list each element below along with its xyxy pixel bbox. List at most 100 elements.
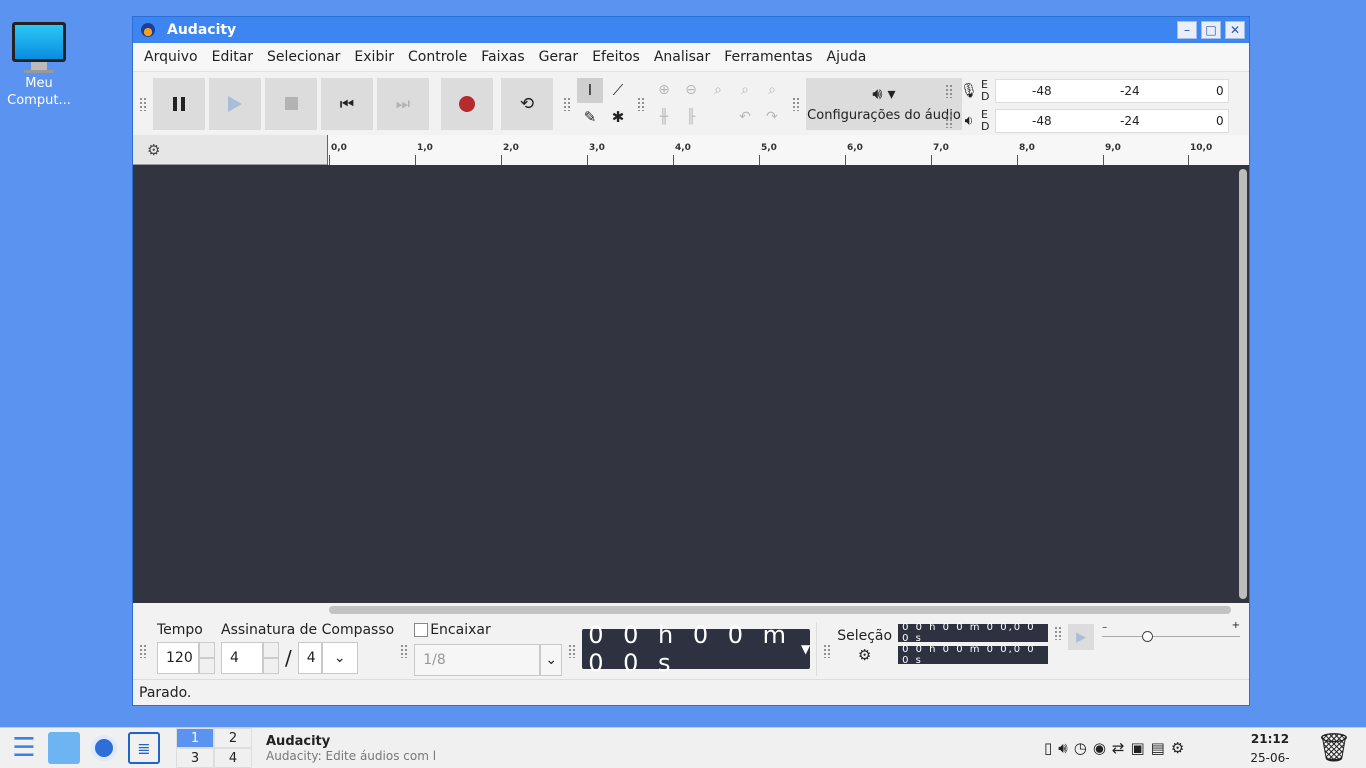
grip-handle-icon[interactable] — [945, 114, 953, 128]
clock[interactable]: 21:12 25-06-2025 — [1238, 730, 1302, 768]
time-display[interactable]: 0 0 h 0 0 m 0 0 s ▼ — [582, 621, 811, 677]
skip-start-button[interactable]: ⏮ — [321, 77, 373, 130]
maximize-button[interactable]: □ — [1201, 21, 1221, 39]
snap-value-select[interactable]: 1/8 — [414, 644, 541, 676]
speaker-meter-icon[interactable]: 🔉︎ — [957, 113, 981, 129]
multi-tool-button[interactable]: ✱ — [605, 105, 631, 130]
playback-speed-slider[interactable]: – + — [1102, 620, 1241, 652]
folder-icon[interactable] — [48, 732, 80, 764]
desktop-icon-computer[interactable]: Meu Comput... — [6, 22, 72, 109]
tempo-input[interactable]: 120 — [157, 642, 199, 674]
stop-button[interactable] — [265, 77, 317, 130]
settings-icon[interactable]: ⚙ — [1171, 739, 1184, 757]
menu-efeitos[interactable]: Efeitos — [585, 49, 647, 65]
grip-handle-icon[interactable] — [823, 644, 832, 658]
grip-handle-icon[interactable] — [792, 96, 800, 111]
selection-end-display[interactable]: 0 0 h 0 0 m 0 0,0 0 0 s — [898, 644, 1049, 666]
monitor-app-icon[interactable]: ▤ — [1151, 739, 1165, 757]
record-meter-bar[interactable]: -48 -24 0 — [995, 79, 1229, 103]
close-button[interactable]: ✕ — [1225, 21, 1245, 39]
menu-gerar[interactable]: Gerar — [532, 49, 586, 65]
skip-end-button[interactable]: ⏭ — [377, 77, 429, 130]
volume-icon[interactable]: 🔊︎ — [1058, 739, 1067, 757]
signature-denominator-dropdown[interactable]: ⌄ — [321, 642, 358, 674]
loop-icon: ⟲ — [519, 93, 535, 114]
selection-start-display[interactable]: 0 0 h 0 0 m 0 0,0 0 0 s — [898, 622, 1049, 644]
snap-dropdown[interactable]: ⌄ — [540, 644, 563, 676]
fit-project-button[interactable]: ⌕ — [732, 78, 758, 103]
signature-denominator-input[interactable]: 4 — [297, 642, 322, 674]
menu-faixas[interactable]: Faixas — [474, 49, 531, 65]
record-icon — [459, 95, 475, 112]
tempo-spinner[interactable] — [199, 642, 215, 674]
zoom-toggle-icon: ⌕ — [768, 82, 776, 98]
menu-analisar[interactable]: Analisar — [647, 49, 717, 65]
record-button[interactable] — [441, 77, 493, 130]
trash-icon[interactable]: 🗑︎ — [1316, 731, 1352, 764]
taskbar-task-audacity[interactable]: Audacity Audacity: Edite áudios com l — [266, 734, 466, 763]
grip-handle-icon[interactable] — [563, 96, 571, 111]
desktop-2[interactable]: 2 — [214, 728, 252, 748]
status-bar: Parado. — [133, 679, 1249, 705]
snap-checkbox[interactable] — [414, 623, 429, 637]
grip-handle-icon[interactable] — [139, 644, 147, 658]
desktop-4[interactable]: 4 — [214, 748, 252, 768]
grip-handle-icon[interactable] — [637, 96, 645, 111]
minimize-button[interactable]: – — [1177, 21, 1197, 39]
ruler-tick: 9,0 — [1103, 143, 1121, 165]
track-area[interactable] — [133, 165, 1249, 603]
horizontal-scrollbar[interactable] — [329, 606, 1231, 614]
fit-selection-button[interactable]: ⌕ — [705, 78, 731, 103]
menu-selecionar[interactable]: Selecionar — [260, 49, 347, 65]
network-icon[interactable]: ◉ — [1093, 739, 1106, 757]
trim-button[interactable]: ╫ — [651, 105, 677, 130]
transfer-icon[interactable]: ⇄ — [1112, 739, 1125, 757]
loop-button[interactable]: ⟲ — [501, 77, 553, 130]
zoom-toggle-button[interactable]: ⌕ — [759, 78, 785, 103]
grip-handle-icon[interactable] — [139, 96, 147, 111]
menu-ajuda[interactable]: Ajuda — [820, 49, 874, 65]
terminal-icon[interactable]: ▣ — [1130, 739, 1144, 757]
desktop-3[interactable]: 3 — [176, 748, 214, 768]
menu-arquivo[interactable]: Arquivo — [137, 49, 205, 65]
menu-icon[interactable]: ☰ — [8, 732, 40, 764]
menu-controle[interactable]: Controle — [401, 49, 474, 65]
play-at-speed-button[interactable]: ▶ — [1068, 624, 1095, 650]
clock-app-icon[interactable]: ◷ — [1074, 739, 1087, 757]
signature-numerator-input[interactable]: 4 — [221, 642, 263, 674]
title-bar[interactable]: Audacity – □ ✕ — [133, 17, 1249, 43]
selection-gear-icon[interactable]: ⚙ — [837, 646, 892, 664]
envelope-tool-button[interactable]: ⟋ — [605, 78, 631, 103]
gear-icon[interactable]: ⚙ — [147, 141, 160, 159]
menu-editar[interactable]: Editar — [205, 49, 260, 65]
zoom-in-button[interactable]: ⊕ — [651, 78, 677, 103]
vertical-scrollbar[interactable] — [1239, 169, 1247, 599]
writer-icon[interactable]: ≣ — [128, 732, 160, 764]
browser-icon[interactable] — [88, 732, 120, 764]
microphone-icon[interactable]: 🎙︎ — [957, 83, 981, 99]
grip-handle-icon[interactable] — [400, 644, 409, 658]
grip-handle-icon[interactable] — [1054, 626, 1063, 640]
redo-button[interactable]: ↷ — [759, 105, 785, 130]
draw-tool-button[interactable]: ✎ — [577, 105, 603, 130]
undo-button[interactable]: ↶ — [732, 105, 758, 130]
pause-button[interactable] — [153, 77, 205, 130]
selection-tool-button[interactable]: I — [577, 77, 603, 103]
signature-numerator-spinner[interactable] — [263, 642, 279, 674]
ruler-tick: 8,0 — [1017, 143, 1035, 165]
slider-thumb[interactable] — [1142, 631, 1154, 642]
menu-ferramentas[interactable]: Ferramentas — [717, 49, 819, 65]
audio-setup-button[interactable]: 🔊︎ ▾ Configurações do áudio — [806, 77, 962, 130]
silence-button[interactable]: ╟ — [678, 105, 704, 130]
playback-meter-bar[interactable]: -48 -24 0 — [995, 109, 1229, 133]
desktop-1[interactable]: 1 — [176, 728, 214, 748]
timeline-scale[interactable]: 0,0 1,0 2,0 3,0 4,0 5,0 6,0 7,0 8,0 9,0 … — [327, 135, 1249, 165]
zoom-out-icon: ⊖ — [685, 82, 697, 98]
zoom-out-button[interactable]: ⊖ — [678, 78, 704, 103]
redo-icon: ↷ — [766, 109, 778, 125]
tray-window-icon[interactable]: ▯ — [1044, 739, 1052, 757]
grip-handle-icon[interactable] — [945, 84, 953, 98]
play-button[interactable] — [209, 77, 261, 130]
grip-handle-icon[interactable] — [568, 644, 577, 658]
menu-exibir[interactable]: Exibir — [347, 49, 401, 65]
